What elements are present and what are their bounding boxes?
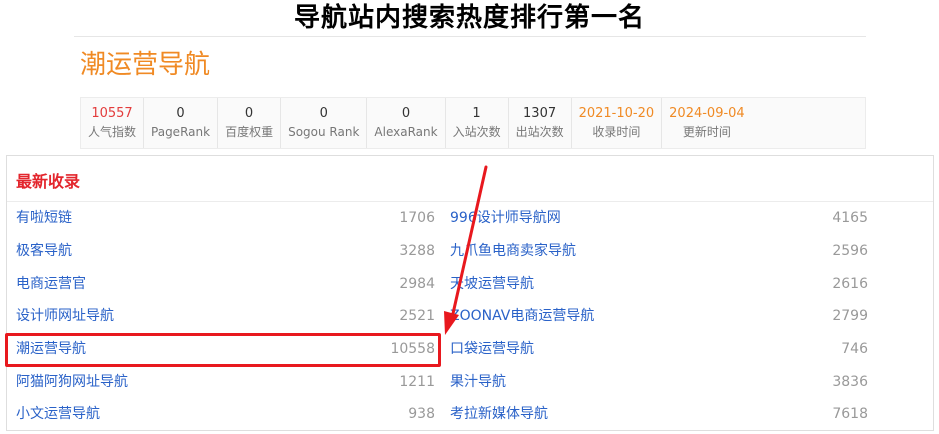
red-arrow-icon: [444, 165, 488, 335]
